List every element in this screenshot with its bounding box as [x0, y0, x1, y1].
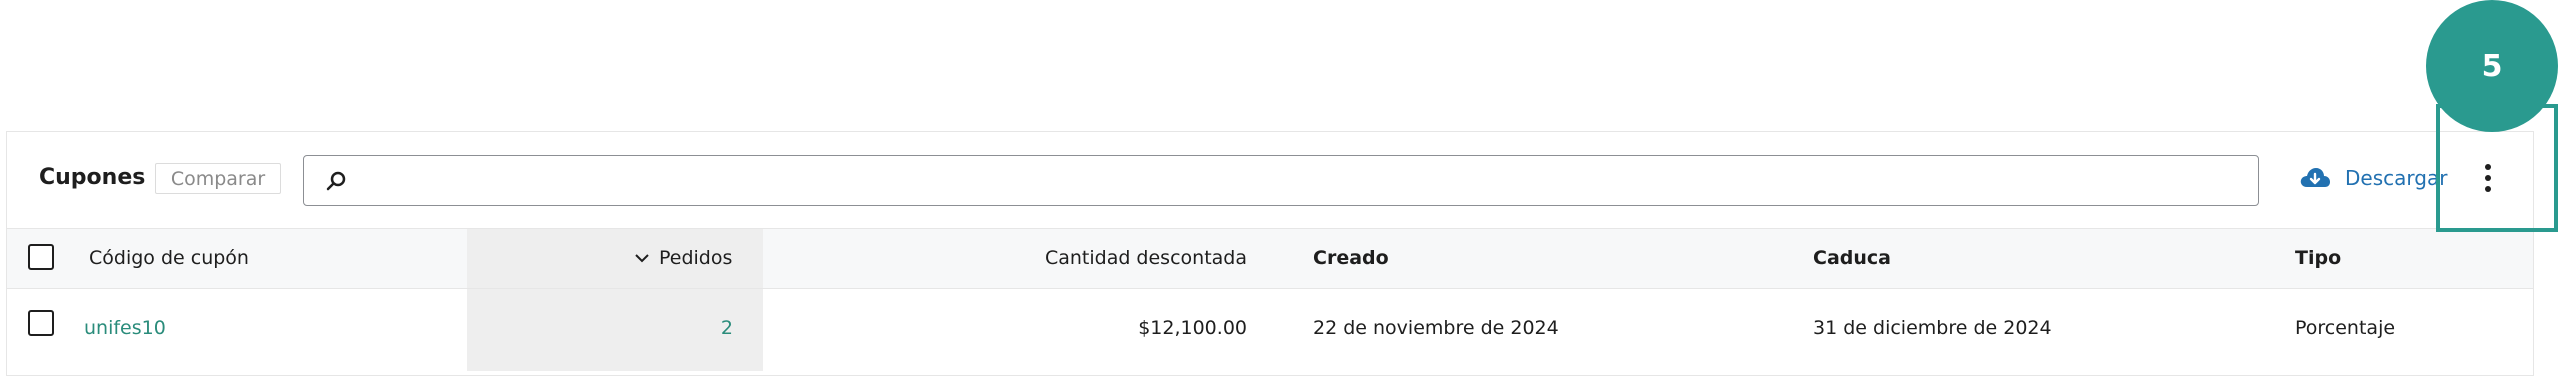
compare-button[interactable]: Comparar — [155, 163, 281, 194]
table-header: Código de cupón Pedidos Cantidad descont… — [7, 228, 2533, 289]
discount-amount: $12,100.00 — [1138, 317, 1247, 339]
download-button[interactable]: Descargar — [2299, 162, 2447, 194]
search-box[interactable] — [303, 155, 2259, 207]
coupon-type: Porcentaje — [2295, 317, 2396, 339]
column-header-orders-label: Pedidos — [659, 247, 733, 269]
column-header-expires[interactable]: Caduca — [1813, 247, 1891, 269]
select-all-checkbox[interactable] — [28, 244, 54, 270]
column-header-orders[interactable]: Pedidos — [635, 247, 732, 269]
download-label: Descargar — [2345, 166, 2448, 190]
coupon-code-link[interactable]: unifes10 — [84, 317, 166, 339]
cloud-download-icon — [2300, 168, 2330, 187]
column-header-created[interactable]: Creado — [1313, 247, 1389, 269]
expires-date: 31 de diciembre de 2024 — [1813, 317, 2052, 339]
row-checkbox[interactable] — [28, 310, 54, 336]
created-date: 22 de noviembre de 2024 — [1313, 317, 1559, 339]
panel-title: Cupones — [39, 165, 146, 190]
column-header-code[interactable]: Código de cupón — [89, 247, 249, 269]
panel-header: Cupones Comparar Descargar — [7, 132, 2533, 228]
column-header-type[interactable]: Tipo — [2295, 247, 2341, 269]
search-icon — [326, 171, 346, 191]
orders-count-link[interactable]: 2 — [607, 317, 733, 339]
search-input[interactable] — [360, 156, 2244, 207]
table-row: unifes10 2 $12,100.00 22 de noviembre de… — [7, 289, 2533, 371]
column-header-discount[interactable]: Cantidad descontada — [967, 247, 1247, 269]
tutorial-step-badge: 5 — [2426, 0, 2558, 132]
coupons-panel: Cupones Comparar Descargar Código de cup… — [6, 131, 2534, 376]
chevron-down-icon — [635, 254, 649, 263]
